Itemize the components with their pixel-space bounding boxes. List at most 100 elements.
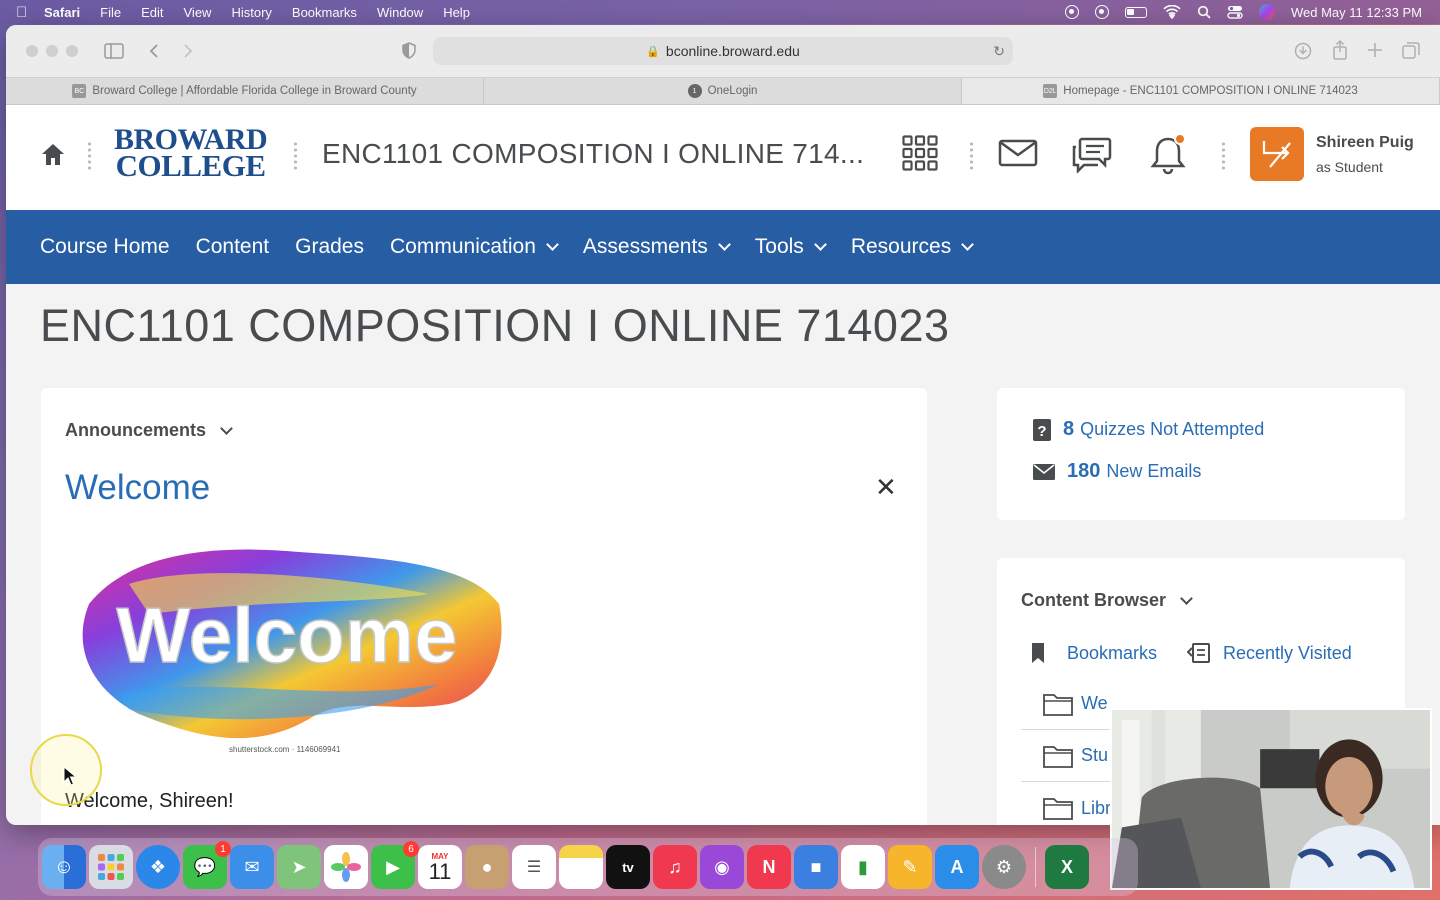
tab-broward-college[interactable]: BC Broward College | Affordable Florida …: [6, 78, 484, 104]
new-emails-link[interactable]: 180 New Emails: [1033, 460, 1201, 483]
app-store-app-icon[interactable]: A: [935, 845, 979, 889]
reload-icon[interactable]: ↻: [993, 43, 1005, 60]
keynote-app-icon[interactable]: ■: [794, 845, 838, 889]
quizzes-count: 8: [1063, 418, 1075, 440]
nav-label: Grades: [295, 235, 364, 258]
reminders-app-icon[interactable]: ☰: [512, 845, 556, 889]
broward-favicon: BC: [72, 84, 87, 98]
tab-homepage-enc1101[interactable]: D2L Homepage - ENC1101 COMPOSITION I ONL…: [962, 78, 1440, 104]
email-envelope-icon: [1033, 463, 1055, 480]
close-window-button[interactable]: [26, 45, 38, 57]
address-bar[interactable]: 🔒 bconline.broward.edu ↻: [433, 37, 1013, 65]
nav-course-home[interactable]: Course Home: [40, 235, 170, 259]
menu-file[interactable]: File: [100, 5, 121, 20]
divider: [88, 141, 91, 171]
menu-view[interactable]: View: [184, 5, 212, 20]
mouse-pointer-icon: [63, 766, 77, 786]
launchpad-app-icon[interactable]: [89, 845, 133, 889]
home-icon[interactable]: [40, 141, 66, 167]
apple-icon[interactable]: : [16, 4, 44, 21]
folder-icon: [1043, 745, 1073, 768]
excel-app-icon[interactable]: X: [1045, 845, 1089, 889]
contacts-app-icon[interactable]: ●: [465, 845, 509, 889]
numbers-app-icon[interactable]: ▮: [841, 845, 885, 889]
notification-dot: [1174, 133, 1186, 145]
announcements-heading[interactable]: Announcements: [65, 420, 233, 441]
message-alerts-mail-icon[interactable]: [998, 139, 1038, 167]
user-avatar[interactable]: [1250, 127, 1304, 181]
news-app-icon[interactable]: N: [747, 845, 791, 889]
menu-window[interactable]: Window: [377, 5, 423, 20]
screen-record-icon[interactable]: [1064, 5, 1079, 19]
battery-icon[interactable]: [1124, 6, 1147, 18]
downloads-icon[interactable]: [1294, 42, 1312, 60]
user-role: as Student: [1316, 159, 1383, 175]
maps-app-icon[interactable]: ➤: [277, 845, 321, 889]
divider: [1222, 141, 1225, 171]
forward-icon[interactable]: [182, 43, 194, 59]
podcasts-app-icon[interactable]: ◉: [700, 845, 744, 889]
facetime-badge: 6: [403, 841, 419, 857]
finder-app-icon[interactable]: ☺: [42, 845, 86, 889]
chevron-down-icon[interactable]: [220, 421, 233, 435]
content-browser-heading[interactable]: Content Browser: [1021, 590, 1193, 611]
nav-assessments[interactable]: Assessments: [583, 235, 731, 259]
menu-app-name[interactable]: Safari: [44, 5, 80, 20]
macos-dock: ☺ ❖ 💬 1 ✉ ➤ ▶ 6 MAY 11 ● ☰ tv ♫ ◉ N ■ ▮ ✎ …: [38, 838, 1138, 896]
launchpad-grid-icon: [98, 854, 124, 880]
menubar-clock[interactable]: Wed May 11 12:33 PM: [1291, 5, 1422, 20]
broward-college-logo[interactable]: BROWARD COLLEGE: [114, 125, 268, 182]
zoom-window-button[interactable]: [66, 45, 78, 57]
recently-visited-icon: [1187, 643, 1210, 663]
emails-label: New Emails: [1106, 461, 1202, 481]
menu-edit[interactable]: Edit: [141, 5, 163, 20]
system-preferences-app-icon[interactable]: ⚙: [982, 845, 1026, 889]
apple-tv-app-icon[interactable]: tv: [606, 845, 650, 889]
nav-tools[interactable]: Tools: [755, 235, 827, 259]
wifi-icon[interactable]: [1163, 5, 1181, 19]
course-selector-title[interactable]: ENC1101 COMPOSITION I ONLINE 714...: [322, 138, 864, 170]
photos-app-icon[interactable]: [324, 845, 368, 889]
tab-title: Broward College | Affordable Florida Col…: [92, 85, 417, 97]
minimize-window-button[interactable]: [46, 45, 58, 57]
dismiss-announcement-close-icon[interactable]: ✕: [875, 472, 897, 503]
recently-visited-link[interactable]: Recently Visited: [1187, 642, 1352, 664]
notes-app-icon[interactable]: [559, 845, 603, 889]
course-selector-grid-icon[interactable]: [902, 135, 938, 171]
safari-app-icon[interactable]: ❖: [136, 845, 180, 889]
play-icon[interactable]: [1094, 5, 1109, 19]
share-icon[interactable]: [1332, 40, 1348, 60]
url-text[interactable]: bconline.broward.edu: [666, 43, 800, 59]
bookmarks-link[interactable]: Bookmarks: [1031, 642, 1157, 664]
tab-overview-icon[interactable]: [1402, 42, 1420, 59]
control-center-icon[interactable]: [1227, 5, 1243, 19]
messages-app-icon[interactable]: 💬 1: [183, 841, 231, 889]
quizzes-not-attempted-link[interactable]: ? 8 Quizzes Not Attempted: [1033, 418, 1264, 441]
menu-help[interactable]: Help: [443, 5, 470, 20]
nav-resources[interactable]: Resources: [851, 235, 975, 259]
tab-onelogin[interactable]: 1 OneLogin: [484, 78, 962, 104]
spotlight-search-icon[interactable]: [1197, 5, 1211, 19]
emails-count: 180: [1067, 460, 1101, 482]
menu-history[interactable]: History: [231, 5, 271, 20]
nav-content[interactable]: Content: [196, 235, 270, 259]
calendar-app-icon[interactable]: MAY 11: [418, 845, 462, 889]
subscription-alerts-chat-icon[interactable]: [1072, 137, 1112, 173]
chevron-down-icon[interactable]: [1180, 591, 1193, 605]
pages-app-icon[interactable]: ✎: [888, 845, 932, 889]
welcome-image-text: Welcome: [116, 591, 457, 679]
new-tab-icon[interactable]: [1368, 43, 1382, 57]
user-name[interactable]: Shireen Puig: [1316, 134, 1414, 152]
sidebar-toggle-icon[interactable]: [104, 43, 124, 59]
facetime-app-icon[interactable]: ▶ 6: [371, 841, 419, 889]
siri-icon[interactable]: [1258, 4, 1275, 20]
back-icon[interactable]: [148, 43, 160, 59]
mail-app-icon[interactable]: ✉: [230, 845, 274, 889]
nav-label: Communication: [390, 235, 536, 258]
nav-communication[interactable]: Communication: [390, 235, 559, 259]
menu-bookmarks[interactable]: Bookmarks: [292, 5, 357, 20]
announcement-title[interactable]: Welcome: [65, 468, 210, 508]
music-app-icon[interactable]: ♫: [653, 845, 697, 889]
privacy-shield-icon[interactable]: [402, 42, 416, 59]
nav-grades[interactable]: Grades: [295, 235, 364, 259]
